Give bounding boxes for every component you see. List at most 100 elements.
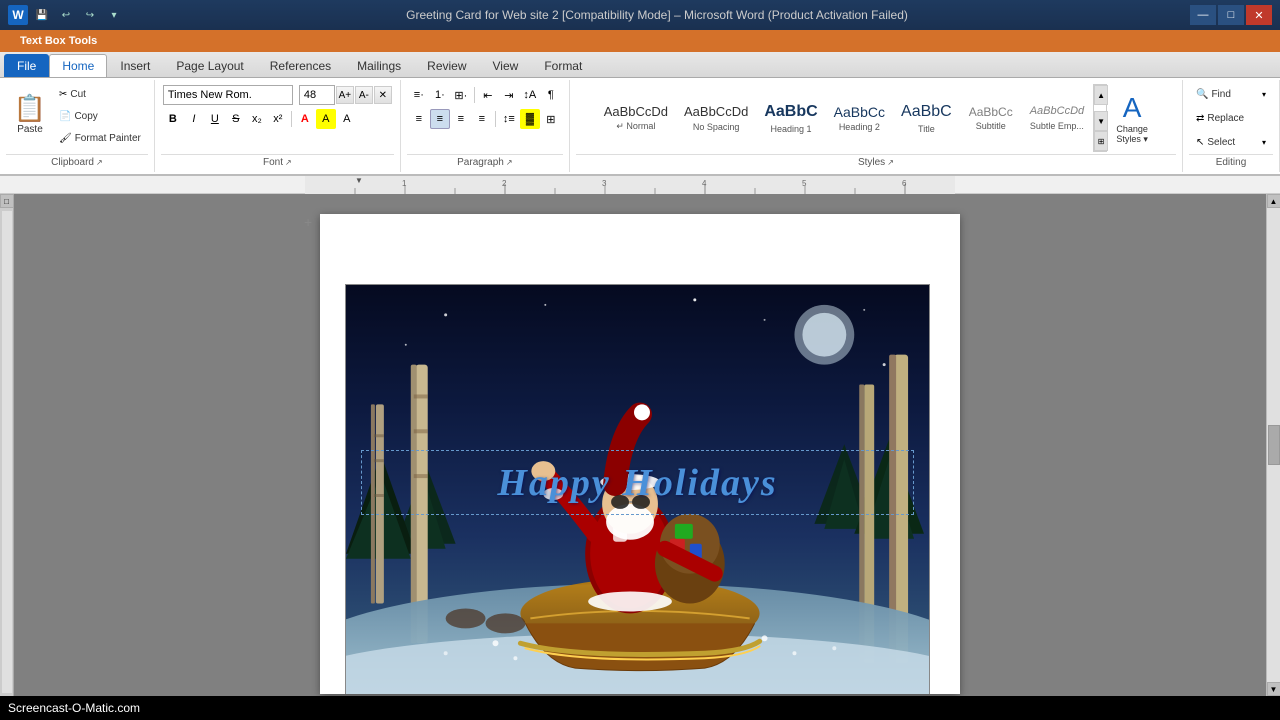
style-subtitle-label: Subtitle [976, 121, 1006, 131]
tab-view[interactable]: View [480, 54, 532, 77]
select-icon: ↖ [1196, 137, 1204, 148]
ruler-corner: □ [0, 194, 14, 208]
style-normal[interactable]: AaBbCcDd ↵ Normal [597, 86, 675, 150]
subscript-button[interactable]: x₂ [247, 109, 267, 129]
styles-gallery: AaBbCcDd ↵ Normal AaBbCcDd No Spacing Aa… [595, 84, 1093, 152]
select-button[interactable]: ↖ Select ▾ [1191, 132, 1271, 152]
word-icon: W [8, 5, 28, 25]
paragraph-expand-icon[interactable]: ↗ [506, 158, 513, 167]
change-styles-label: ChangeStyles ▾ [1116, 124, 1148, 145]
styles-scroll-up-button[interactable]: ▲ [1094, 85, 1108, 105]
format-painter-icon: 🖌 [59, 133, 72, 144]
svg-text:2: 2 [502, 179, 507, 188]
increase-indent-button[interactable]: ⇥ [499, 85, 519, 105]
style-heading1-preview: AaBbC [764, 102, 817, 121]
tab-insert[interactable]: Insert [107, 54, 163, 77]
svg-text:3: 3 [602, 179, 607, 188]
font-expand-icon[interactable]: ↗ [285, 158, 292, 167]
show-marks-button[interactable]: ¶ [541, 85, 561, 105]
tab-page-layout[interactable]: Page Layout [163, 54, 256, 77]
qat-customize-button[interactable]: ▾ [104, 5, 124, 25]
context-tab-bar: Text Box Tools [0, 30, 1280, 52]
style-heading1-label: Heading 1 [770, 124, 811, 134]
cut-button[interactable]: ✂ Cut [54, 84, 146, 104]
svg-text:6: 6 [902, 179, 907, 188]
tab-review[interactable]: Review [414, 54, 479, 77]
tab-file[interactable]: File [4, 54, 49, 77]
maximize-button[interactable]: □ [1218, 5, 1244, 25]
ruler: 1 2 3 4 5 6 ▼ [0, 176, 1280, 194]
scroll-thumb[interactable] [1268, 425, 1280, 465]
undo-qat-button[interactable]: ↩ [56, 5, 76, 25]
minimize-button[interactable]: — [1190, 5, 1216, 25]
tab-home[interactable]: Home [49, 54, 107, 77]
find-button[interactable]: 🔍 Find ▾ [1191, 84, 1271, 104]
style-subtle-emph[interactable]: AaBbCcDd Subtle Emp... [1023, 86, 1091, 150]
santa-scene: Happy Holidays [346, 285, 929, 694]
paragraph-row2: ≡ ≡ ≡ ≡ ↕≡ ▓ ⊞ [409, 109, 561, 129]
numbering-button[interactable]: 1· [430, 85, 450, 105]
styles-scroll-more-button[interactable]: ⊞ [1094, 131, 1108, 151]
strikethrough-button[interactable]: S [226, 109, 246, 129]
style-heading2[interactable]: AaBbCc Heading 2 [827, 86, 892, 150]
borders-button[interactable]: ⊞ [541, 109, 561, 129]
vertical-ruler-left: □ [0, 194, 14, 696]
superscript-button[interactable]: x² [268, 109, 288, 129]
window-controls: — □ ✕ [1190, 5, 1272, 25]
replace-button[interactable]: ⇄ Replace [1191, 108, 1271, 128]
style-title-label: Title [918, 124, 935, 134]
style-title[interactable]: AaBbC Title [894, 86, 959, 150]
font-size-box[interactable]: 48 [299, 85, 335, 105]
text-box-overlay[interactable]: Happy Holidays [361, 450, 914, 515]
ribbon: 📋 Paste ✂ Cut 📄 Copy 🖌 Format Painter [0, 78, 1280, 176]
indent-marker-left[interactable]: ▼ [355, 176, 363, 185]
redo-qat-button[interactable]: ↪ [80, 5, 100, 25]
style-no-spacing[interactable]: AaBbCcDd No Spacing [677, 86, 755, 150]
insert-marker: + [304, 214, 312, 230]
format-painter-button[interactable]: 🖌 Format Painter [54, 128, 146, 148]
style-subtitle[interactable]: AaBbCc Subtitle [961, 86, 1021, 150]
copy-button[interactable]: 📄 Copy [54, 106, 146, 126]
styles-group: AaBbCcDd ↵ Normal AaBbCcDd No Spacing Aa… [570, 80, 1183, 172]
bold-button[interactable]: B [163, 109, 183, 129]
underline-button[interactable]: U [205, 109, 225, 129]
font-label: Font ↗ [161, 154, 394, 170]
shading-button[interactable]: ▓ [520, 109, 540, 129]
santa-image: Happy Holidays [345, 284, 930, 694]
align-right-button[interactable]: ≡ [451, 109, 471, 129]
tab-format[interactable]: Format [531, 54, 595, 77]
font-size-decrease-button[interactable]: A- [355, 86, 373, 104]
scroll-down-button[interactable]: ▼ [1267, 682, 1280, 696]
style-normal-label: ↵ Normal [616, 121, 655, 132]
multilevel-button[interactable]: ⊞· [451, 85, 471, 105]
font-name-box[interactable]: Times New Rom. [163, 85, 293, 105]
line-spacing-button[interactable]: ↕≡ [499, 109, 519, 129]
vertical-ruler-track [1, 210, 13, 694]
scroll-up-button[interactable]: ▲ [1267, 194, 1280, 208]
decrease-indent-button[interactable]: ⇤ [478, 85, 498, 105]
highlight-button[interactable]: A [316, 109, 336, 129]
save-qat-button[interactable]: 💾 [32, 5, 52, 25]
svg-text:5: 5 [802, 179, 807, 188]
sort-button[interactable]: ↕A [520, 85, 540, 105]
font-size-increase-button[interactable]: A+ [336, 86, 354, 104]
styles-expand-icon[interactable]: ↗ [887, 158, 894, 167]
clear-format-button[interactable]: ✕ [374, 86, 392, 104]
tab-references[interactable]: References [257, 54, 344, 77]
justify-button[interactable]: ≡ [472, 109, 492, 129]
style-heading1[interactable]: AaBbC Heading 1 [757, 86, 824, 150]
bullets-button[interactable]: ≡· [409, 85, 429, 105]
clipboard-expand-icon[interactable]: ↗ [96, 158, 103, 167]
align-center-button[interactable]: ≡ [430, 109, 450, 129]
styles-scroll-down-button[interactable]: ▼ [1094, 111, 1108, 131]
paste-button[interactable]: 📋 Paste [8, 84, 52, 144]
clipboard-group: 📋 Paste ✂ Cut 📄 Copy 🖌 Format Painter [0, 80, 155, 172]
text-effect-button[interactable]: A [337, 109, 357, 129]
font-color-button[interactable]: A [295, 109, 315, 129]
close-button[interactable]: ✕ [1246, 5, 1272, 25]
change-styles-button[interactable]: A ChangeStyles ▾ [1107, 82, 1157, 154]
italic-button[interactable]: I [184, 109, 204, 129]
title-text: Greeting Card for Web site 2 [Compatibil… [124, 8, 1190, 22]
tab-mailings[interactable]: Mailings [344, 54, 414, 77]
align-left-button[interactable]: ≡ [409, 109, 429, 129]
